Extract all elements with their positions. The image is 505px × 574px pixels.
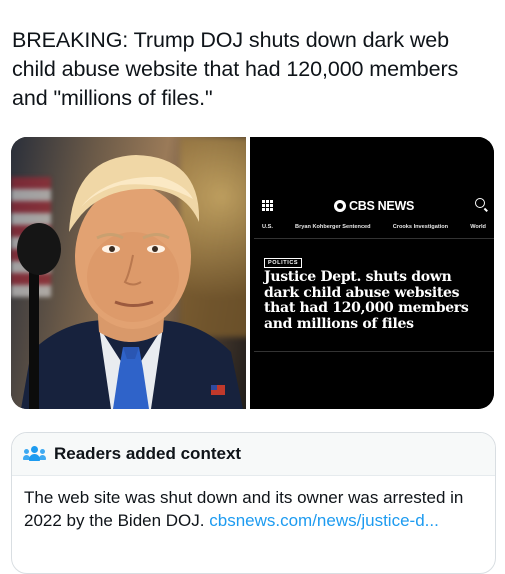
context-title: Readers added context — [54, 444, 242, 463]
cbs-nav: U.S. Bryan Kohberger Sentenced Crooks In… — [262, 224, 486, 230]
context-body: The web site was shut down and its owner… — [12, 476, 495, 532]
cbs-nav-item: Crooks Investigation — [392, 224, 449, 230]
article-headline: Justice Dept. shuts down dark child abus… — [264, 269, 469, 332]
image-divider — [246, 137, 250, 409]
context-header: Readers added context — [12, 433, 495, 476]
post-text: BREAKING: Trump DOJ shuts down dark web … — [12, 28, 459, 110]
search-icon — [475, 198, 485, 208]
post-media[interactable]: CBS NEWS U.S. Bryan Kohberger Sentenced … — [11, 137, 494, 409]
person-portrait — [17, 155, 243, 409]
category-badge: POLITICS — [264, 258, 303, 268]
source-link[interactable]: cbsnews.com/news/justice-d... — [209, 511, 439, 530]
cbs-nav-item: U.S. — [262, 224, 273, 230]
divider — [254, 238, 494, 239]
cbs-logo-text: CBS NEWS — [349, 199, 414, 213]
people-icon — [23, 446, 46, 462]
trump-photo[interactable] — [11, 137, 250, 409]
cbs-eye-icon — [334, 200, 347, 212]
cbs-header: CBS NEWS — [254, 195, 494, 217]
cbs-nav-item: Bryan Kohberger Sentenced — [295, 224, 371, 230]
divider — [254, 351, 494, 352]
cbs-nav-item: World — [470, 224, 486, 230]
community-note: Readers added context The web site was s… — [11, 432, 496, 574]
cbs-screenshot[interactable]: CBS NEWS U.S. Bryan Kohberger Sentenced … — [254, 137, 494, 409]
